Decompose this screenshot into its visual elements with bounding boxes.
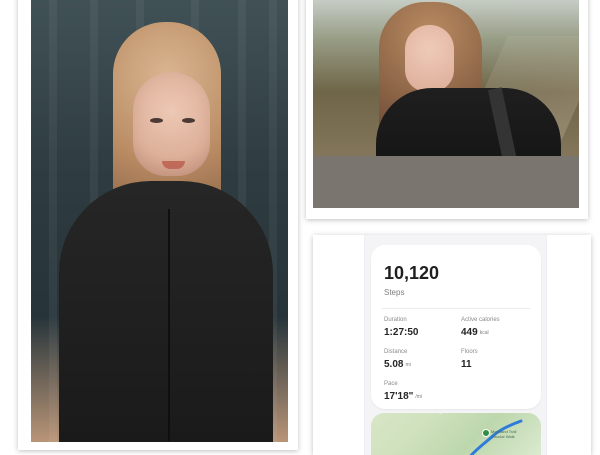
duration-label: Duration — [384, 317, 407, 323]
pace-value: 17'18"/mi — [384, 391, 422, 402]
floors-value: 11 — [461, 359, 472, 370]
left-portrait-card — [18, 0, 298, 450]
top-right-selfie-card — [306, 0, 588, 219]
jacket-zip — [168, 209, 170, 441]
calories-number: 449 — [461, 327, 478, 338]
steps-value: 10,120 — [384, 263, 440, 283]
eye — [182, 118, 195, 123]
duration-value: 1:27:50 — [384, 327, 419, 338]
route-map[interactable]: Moorland Trail Circular Walk — [371, 413, 541, 455]
distance-value: 5.08 mi — [384, 359, 411, 370]
outdoor-selfie-photo — [313, 0, 579, 156]
eye — [150, 118, 163, 123]
black-jacket — [59, 181, 273, 442]
pace-number: 17'18" — [384, 391, 414, 402]
calories-unit: kcal — [479, 330, 489, 336]
black-top — [376, 88, 561, 156]
map-location-dot-icon — [482, 429, 490, 437]
fitness-app-screen: 10,120 Steps Duration 1:27:50 Active cal… — [364, 235, 547, 455]
distance-number: 5.08 — [384, 359, 404, 370]
left-portrait-photo — [31, 0, 288, 442]
face — [405, 25, 454, 92]
pace-unit: /mi — [415, 394, 423, 400]
pace-label: Pace — [384, 381, 398, 387]
fitness-summary-card: 10,120 Steps Duration 1:27:50 Active cal… — [313, 235, 591, 455]
distance-label: Distance — [384, 349, 408, 355]
summary-divider — [382, 308, 530, 309]
calories-value: 449 kcal — [461, 327, 489, 338]
curtain-fold — [49, 0, 57, 442]
distance-unit: mi — [405, 362, 411, 368]
map-caption: Moorland Trail Circular Walk — [491, 429, 517, 439]
calories-label: Active calories — [461, 317, 500, 323]
photo-gray-border — [313, 156, 579, 208]
steps-label: Steps — [384, 288, 405, 297]
activity-summary-panel: 10,120 Steps Duration 1:27:50 Active cal… — [371, 245, 541, 409]
floors-label: Floors — [461, 349, 478, 355]
